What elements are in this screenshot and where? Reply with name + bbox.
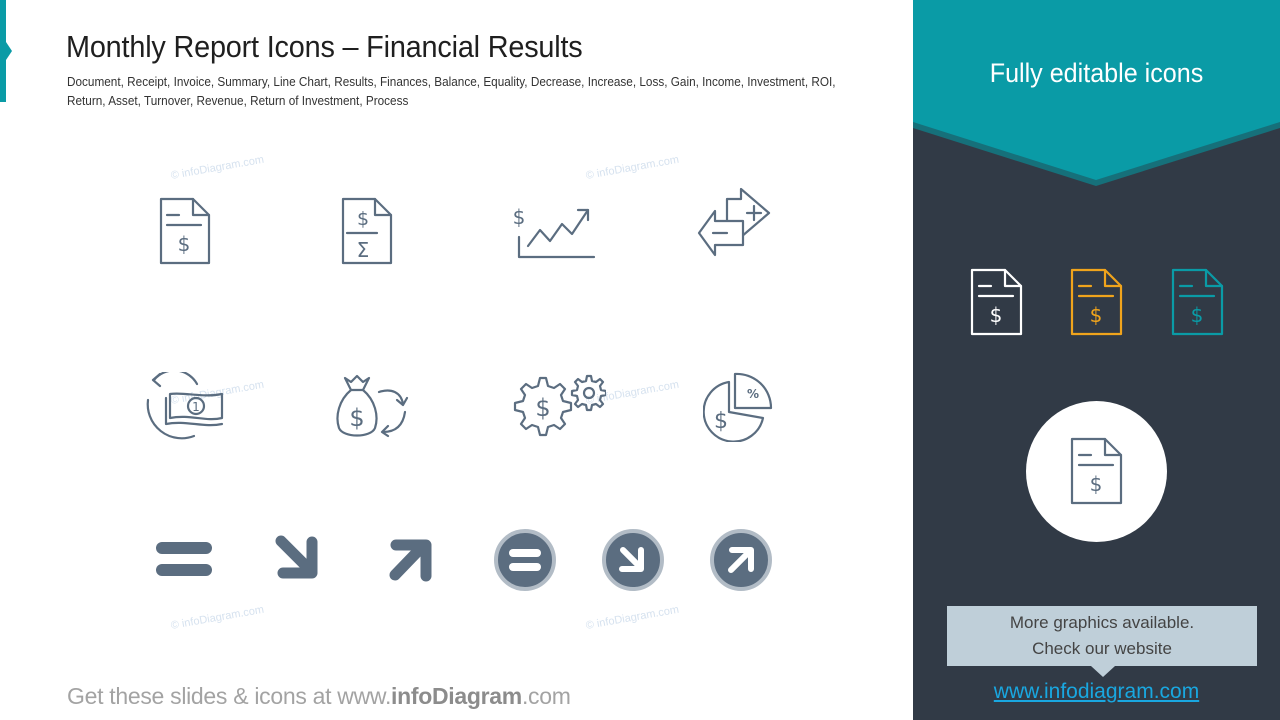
invoice-summary-icon: $ Σ <box>339 197 395 267</box>
callout-line-2: Check our website <box>1032 639 1172 658</box>
document-dollar-icon: $ <box>157 197 213 267</box>
page-title: Monthly Report Icons – Financial Results <box>66 29 583 64</box>
svg-text:$: $ <box>1090 472 1103 496</box>
balance-arrows-icon <box>697 187 773 267</box>
decrease-arrow-icon <box>275 535 321 581</box>
footer-brand: infoDiagram <box>391 683 522 709</box>
svg-text:$: $ <box>714 409 728 434</box>
accent-notch <box>6 42 12 60</box>
svg-text:$: $ <box>349 404 364 432</box>
svg-text:1: 1 <box>192 400 200 414</box>
svg-text:$: $ <box>990 303 1003 327</box>
footer-suffix: .com <box>521 683 571 709</box>
icon-circle-badge: $ <box>1026 401 1167 542</box>
equality-circle-icon <box>494 529 556 591</box>
svg-text:$: $ <box>513 205 526 229</box>
watermark: © infoDiagram.com <box>169 603 265 632</box>
svg-text:$: $ <box>535 394 550 422</box>
callout-line-1: More graphics available. <box>1009 613 1195 632</box>
svg-text:$: $ <box>1090 303 1103 327</box>
page-subtitle: Document, Receipt, Invoice, Summary, Lin… <box>67 74 836 108</box>
increase-arrow-icon <box>388 537 434 583</box>
banner-chevron <box>913 0 1280 186</box>
svg-text:$: $ <box>1191 303 1204 327</box>
document-dollar-icon-orange: $ <box>1069 268 1125 338</box>
footer-prefix: Get these slides & icons at www. <box>67 683 392 709</box>
line-chart-dollar-icon: $ <box>510 202 600 262</box>
banner-title: Fully editable icons <box>989 58 1204 88</box>
svg-text:%: % <box>747 387 759 401</box>
document-dollar-icon: $ <box>1069 437 1125 507</box>
svg-text:$: $ <box>357 208 369 230</box>
footer-promo: Get these slides & icons at www.infoDiag… <box>67 683 571 710</box>
callout-box: More graphics available. Check our websi… <box>947 606 1257 666</box>
equality-icon <box>155 540 213 580</box>
document-dollar-icon-teal: $ <box>1170 268 1226 338</box>
website-link[interactable]: www.infodiagram.com <box>913 680 1280 704</box>
money-turnover-icon: 1 <box>142 372 228 442</box>
watermark: © infoDiagram.com <box>584 153 680 182</box>
watermark: © infoDiagram.com <box>169 153 265 182</box>
watermark: © infoDiagram.com <box>584 603 680 632</box>
dollar-glyph: $ <box>178 232 191 256</box>
money-bag-return-icon: $ <box>333 372 409 442</box>
increase-circle-icon <box>710 529 772 591</box>
process-gears-dollar-icon: $ <box>510 372 606 442</box>
right-panel: Fully editable icons $ $ $ $ More graphi… <box>913 0 1280 720</box>
document-dollar-icon-white: $ <box>969 268 1025 338</box>
callout-pointer <box>1091 666 1115 677</box>
decrease-circle-icon <box>602 529 664 591</box>
roi-pie-icon: % $ <box>703 372 775 442</box>
svg-text:Σ: Σ <box>357 238 370 262</box>
